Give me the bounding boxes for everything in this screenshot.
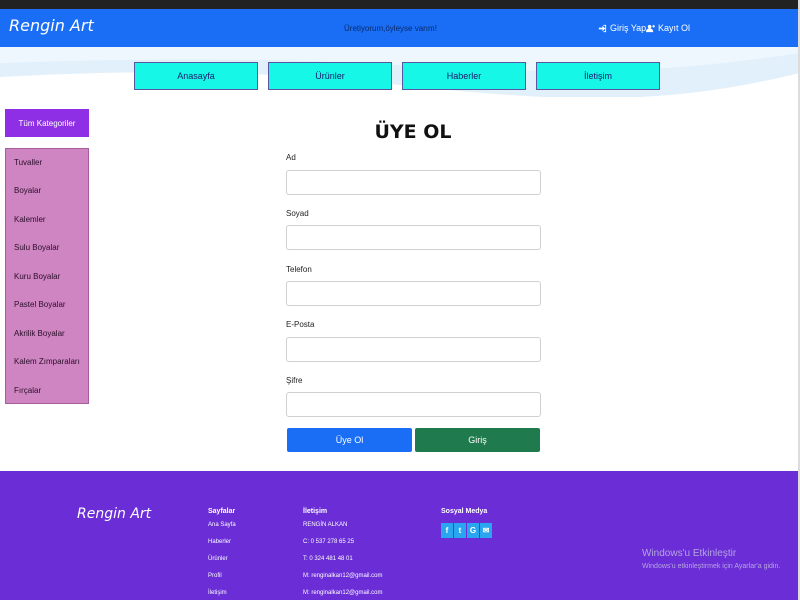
activation-watermark-subtitle: Windows'u etkinleştirmek için Ayarlar'a … xyxy=(642,563,781,570)
browser-top-bar xyxy=(0,0,800,9)
header-tagline: Üretiyorum,öyleyse varım! xyxy=(344,24,437,33)
category-item-boyalar[interactable]: Boyalar xyxy=(14,186,41,195)
footer-contact-title: İletişim xyxy=(303,508,328,515)
category-item-sulu-boyalar[interactable]: Sulu Boyalar xyxy=(14,243,59,252)
login-link[interactable]: Giriş Yap xyxy=(598,23,646,33)
email-input[interactable] xyxy=(286,337,541,362)
category-item-kalem-zimparalari[interactable]: Kalem Zımparaları xyxy=(14,357,80,366)
phone-input[interactable] xyxy=(286,281,541,306)
page-title: ÜYE OL xyxy=(374,121,452,143)
password-label: Şifre xyxy=(286,376,303,385)
login-link-label: Giriş Yap xyxy=(610,23,647,33)
activation-watermark-title: Windows'u Etkinleştir xyxy=(642,548,737,559)
wave-background xyxy=(0,47,800,97)
footer-link-urunler[interactable]: Ürünler xyxy=(208,556,228,562)
mail-icon[interactable]: ✉ xyxy=(480,523,492,538)
brand-logo[interactable]: Rengin Art xyxy=(9,16,94,35)
sign-in-icon xyxy=(598,24,607,32)
phone-label: Telefon xyxy=(286,265,312,274)
last-name-label: Soyad xyxy=(286,209,309,218)
nav-band: Anasayfa Ürünler Haberler İletişim xyxy=(0,47,800,97)
last-name-input[interactable] xyxy=(286,225,541,250)
category-item-akrilik-boyalar[interactable]: Akrilik Boyalar xyxy=(14,329,65,338)
nav-item-haberler[interactable]: Haberler xyxy=(402,62,526,90)
category-list: Tuvaller Boyalar Kalemler Sulu Boyalar K… xyxy=(5,148,89,404)
nav-item-urunler[interactable]: Ürünler xyxy=(268,62,392,90)
first-name-label: Ad xyxy=(286,153,296,162)
footer-contact-email[interactable]: M: renginalkan12@gmail.com xyxy=(303,573,382,579)
email-label: E-Posta xyxy=(286,320,315,329)
footer-contact-email-2[interactable]: M: renginalkan12@gmail.com xyxy=(303,590,382,596)
signup-link[interactable]: Kayıt Ol xyxy=(646,23,690,33)
header-bar: Rengin Art Üretiyorum,öyleyse varım! Gir… xyxy=(0,9,800,47)
category-item-fircalar[interactable]: Fırçalar xyxy=(14,386,41,395)
footer-link-ana-sayfa[interactable]: Ana Sayfa xyxy=(208,522,236,528)
signup-link-label: Kayıt Ol xyxy=(658,23,691,33)
footer-contact-phone: T: 0 324 481 48 01 xyxy=(303,556,353,562)
twitter-icon[interactable]: t xyxy=(454,523,466,538)
social-icons: f t G ✉ xyxy=(441,523,492,538)
footer-pages-title: Sayfalar xyxy=(208,508,236,515)
first-name-input[interactable] xyxy=(286,170,541,195)
footer-link-profil[interactable]: Profil xyxy=(208,573,222,579)
login-button[interactable]: Giriş xyxy=(415,428,540,452)
footer-contact-name: RENGİN ALKAN xyxy=(303,522,348,528)
google-icon[interactable]: G xyxy=(467,523,479,538)
footer-link-haberler[interactable]: Haberler xyxy=(208,539,231,545)
password-input[interactable] xyxy=(286,392,541,417)
nav-item-anasayfa[interactable]: Anasayfa xyxy=(134,62,258,90)
signup-button[interactable]: Üye Ol xyxy=(287,428,412,452)
user-plus-icon xyxy=(646,24,655,32)
footer-brand: Rengin Art xyxy=(77,506,152,522)
footer-contact-mobile: C: 0 537 278 65 25 xyxy=(303,539,355,545)
facebook-icon[interactable]: f xyxy=(441,523,453,538)
category-item-kalemler[interactable]: Kalemler xyxy=(14,215,46,224)
footer: Rengin Art Sayfalar Ana Sayfa Haberler Ü… xyxy=(0,471,800,600)
category-item-kuru-boyalar[interactable]: Kuru Boyalar xyxy=(14,272,60,281)
category-item-tuvaller[interactable]: Tuvaller xyxy=(14,158,42,167)
footer-social-title: Sosyal Medya xyxy=(441,508,488,515)
nav-item-iletisim[interactable]: İletişim xyxy=(536,62,660,90)
footer-link-iletisim[interactable]: İletişim xyxy=(208,590,227,596)
category-item-pastel-boyalar[interactable]: Pastel Boyalar xyxy=(14,300,66,309)
